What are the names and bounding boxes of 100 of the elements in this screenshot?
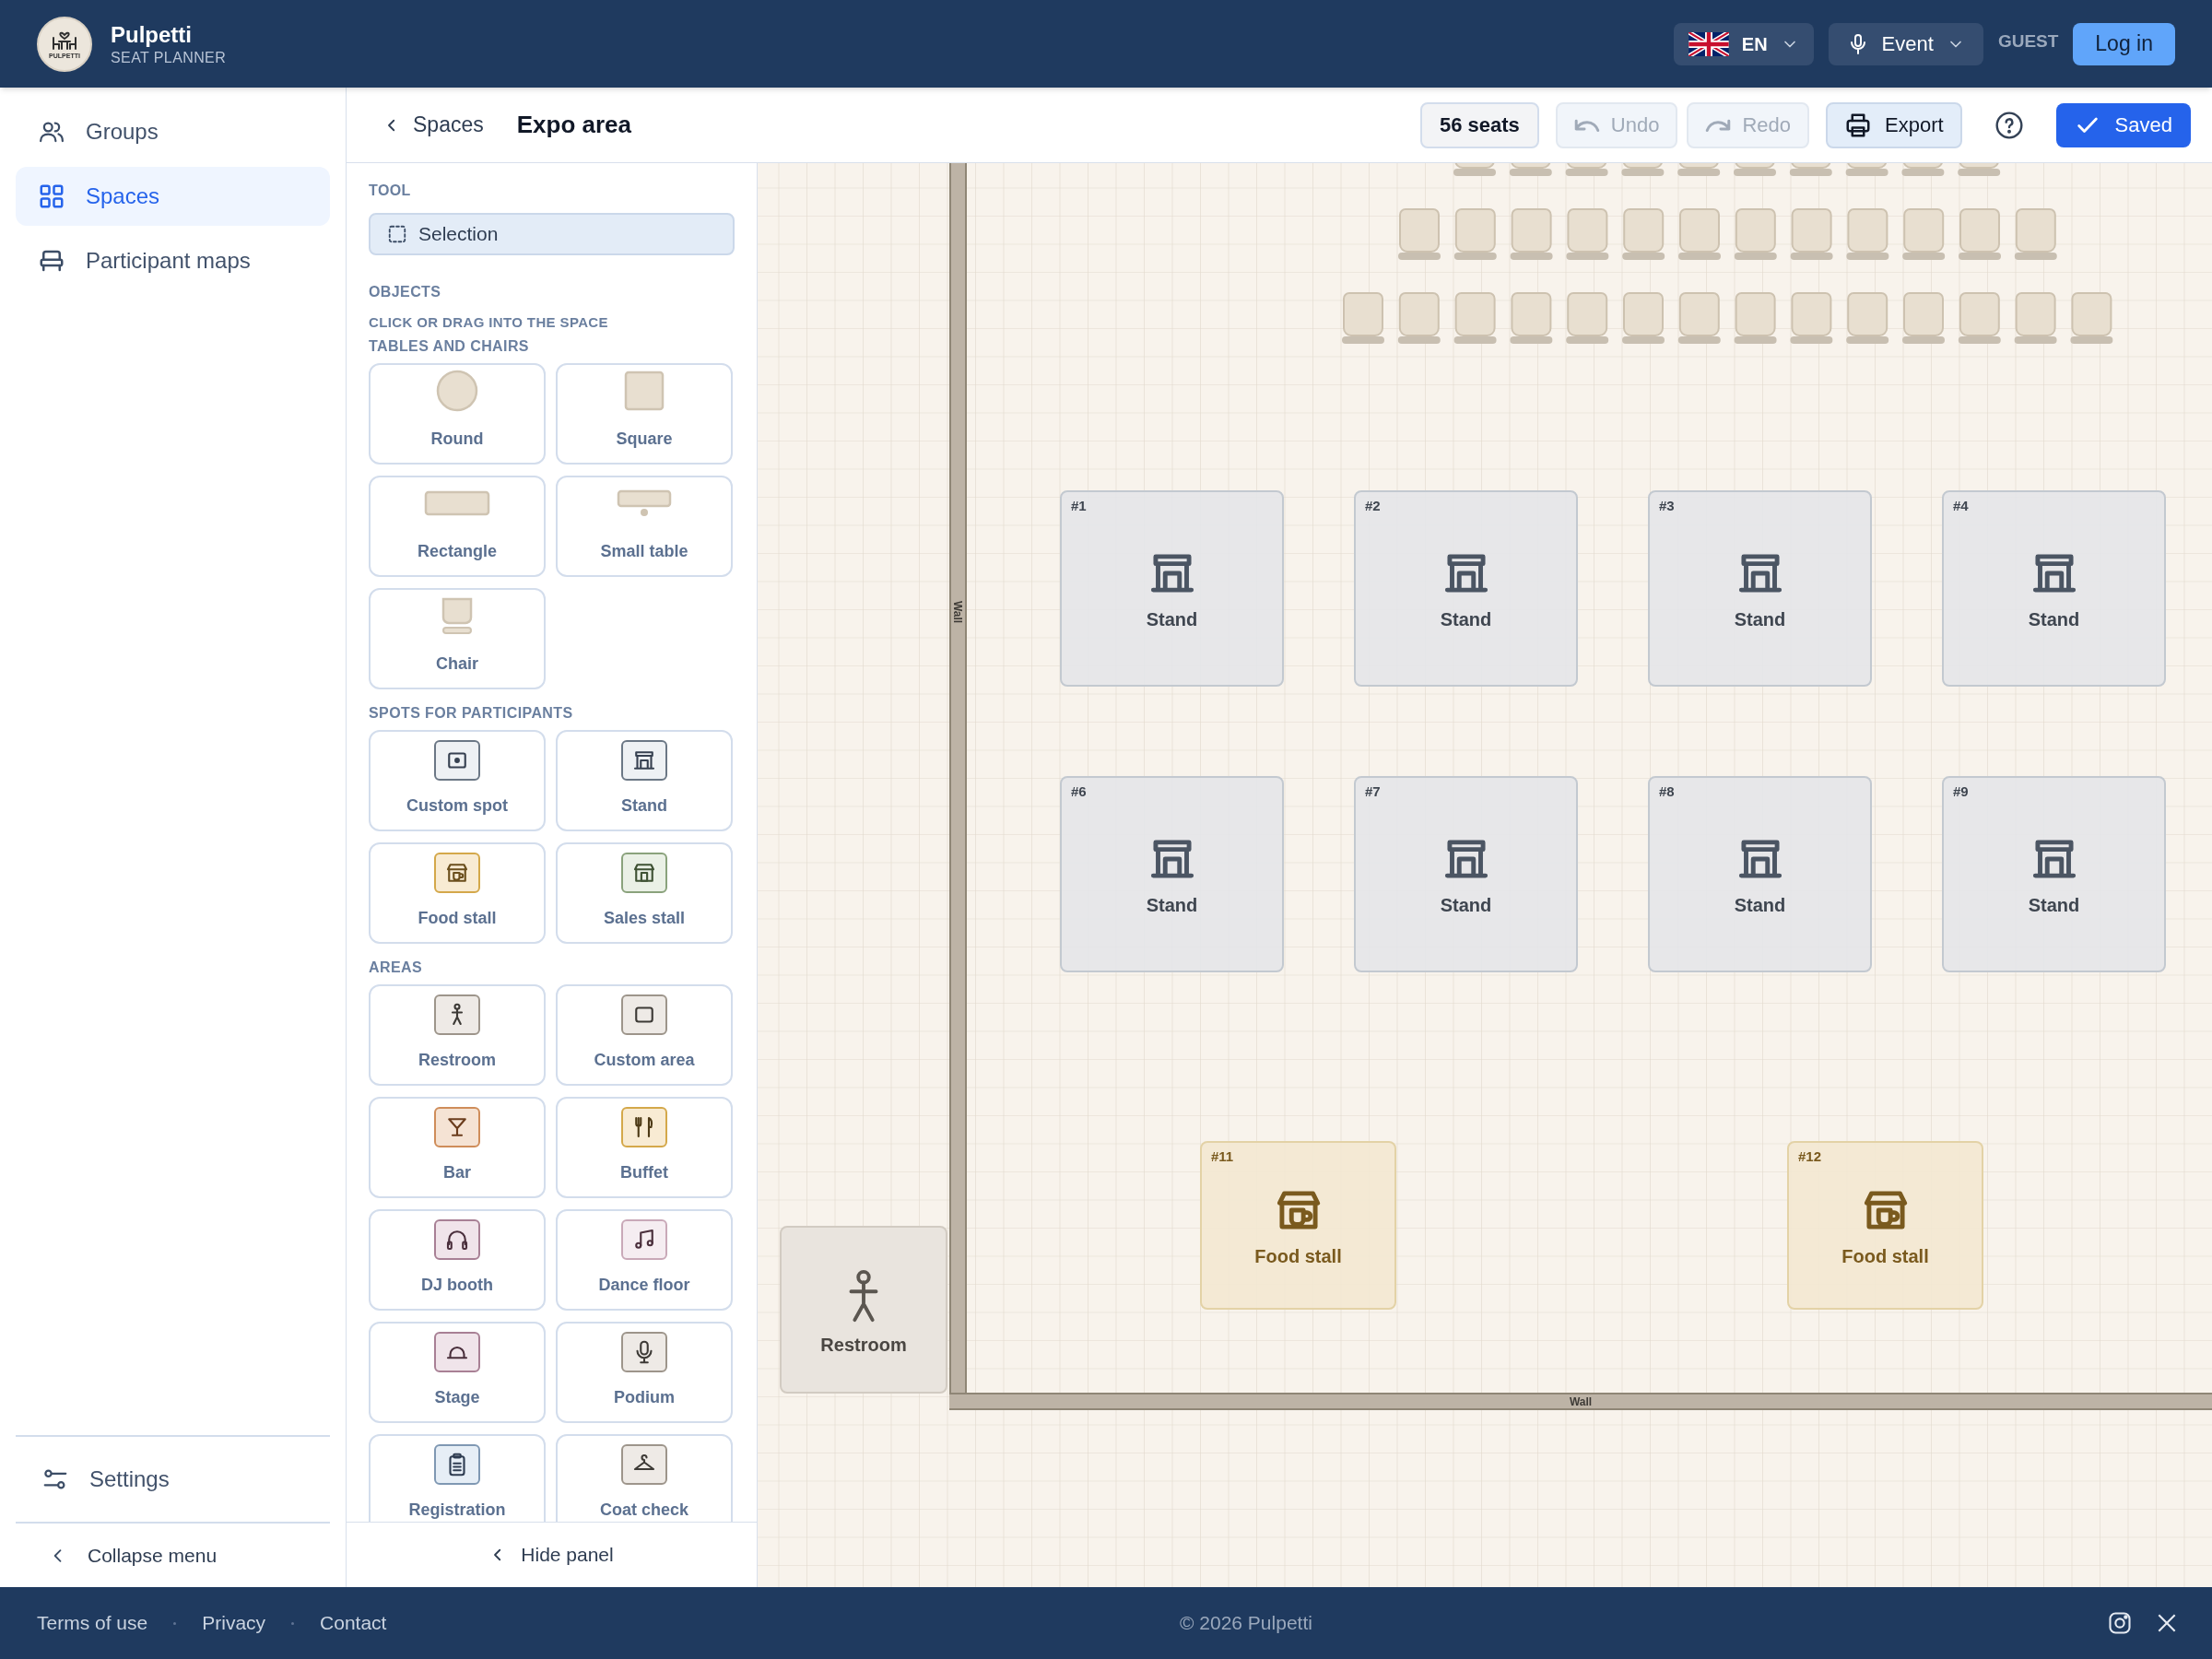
object-tile[interactable]: Custom area xyxy=(556,983,733,1086)
help-button[interactable] xyxy=(1993,109,2025,141)
object-tile[interactable]: Rectangle xyxy=(369,475,546,577)
chair-icon[interactable] xyxy=(1902,292,1945,344)
sidebar-item[interactable]: Participant maps xyxy=(16,231,330,290)
chair-icon[interactable] xyxy=(1734,163,1776,176)
chair-icon[interactable] xyxy=(1790,292,1833,344)
object-tile[interactable]: Chair xyxy=(369,587,546,689)
object-tile[interactable]: Sales stall xyxy=(556,841,733,944)
chair-icon[interactable] xyxy=(1846,292,1889,344)
section-heading: SPOTS FOR PARTICIPANTS xyxy=(369,703,574,723)
chair-icon[interactable] xyxy=(2014,292,2057,344)
spot-card[interactable]: #12 Food stall xyxy=(1787,1141,1983,1310)
object-tile[interactable]: Bar xyxy=(369,1096,546,1198)
spot-card[interactable]: #11 Food stall xyxy=(1200,1141,1396,1310)
chair-icon[interactable] xyxy=(1677,292,1721,344)
spot-card[interactable]: #9 Stand xyxy=(1942,776,2166,972)
chair-icon[interactable] xyxy=(1566,292,1609,344)
rectangle-icon xyxy=(424,490,490,516)
object-tile[interactable]: DJ booth xyxy=(369,1208,546,1311)
settings-link[interactable]: Settings xyxy=(16,1435,330,1522)
chair-icon[interactable] xyxy=(1509,163,1552,176)
microphone-icon xyxy=(621,1332,667,1372)
object-tile[interactable]: Podium xyxy=(556,1321,733,1423)
footer-link[interactable]: Terms of use xyxy=(37,1608,148,1638)
spot-label: Stand xyxy=(1146,893,1198,917)
object-tile[interactable]: Stage xyxy=(369,1321,546,1423)
chair-icon[interactable] xyxy=(1510,292,1553,344)
instagram-icon[interactable] xyxy=(2107,1610,2133,1636)
login-button[interactable]: Log in xyxy=(2073,22,2175,65)
chair-icon[interactable] xyxy=(1678,208,1721,260)
stand-icon xyxy=(621,740,667,781)
chair-icon[interactable] xyxy=(2070,292,2113,344)
chair-icon[interactable] xyxy=(1734,208,1777,260)
food-stall-icon xyxy=(434,853,480,893)
spot-card[interactable]: #7 Stand xyxy=(1354,776,1578,972)
chair-icon[interactable] xyxy=(1565,163,1608,176)
chair-icon[interactable] xyxy=(1510,208,1553,260)
chair-icon[interactable] xyxy=(1622,292,1665,344)
chair-icon[interactable] xyxy=(1789,163,1832,176)
spot-card[interactable]: #8 Stand xyxy=(1648,776,1872,972)
footer-link[interactable]: Privacy xyxy=(202,1608,266,1638)
footer-link[interactable]: Contact xyxy=(320,1608,387,1638)
chair-icon[interactable] xyxy=(1397,292,1441,344)
chair-icon[interactable] xyxy=(1453,163,1496,176)
area-card[interactable]: Restroom xyxy=(780,1226,947,1394)
chair-icon[interactable] xyxy=(1453,292,1497,344)
chair-icon[interactable] xyxy=(1453,208,1497,260)
event-dropdown[interactable]: Event xyxy=(1828,22,1983,65)
object-tile[interactable]: Round xyxy=(369,362,546,465)
spot-card[interactable]: #6 Stand xyxy=(1060,776,1284,972)
spot-label: Stand xyxy=(1734,893,1786,917)
grid-icon xyxy=(38,182,65,210)
chair-icon[interactable] xyxy=(1959,208,2001,260)
sidebar-item[interactable]: Groups xyxy=(16,102,330,161)
chair-icon[interactable] xyxy=(1958,292,2001,344)
chair-icon[interactable] xyxy=(1734,292,1777,344)
export-button[interactable]: Export xyxy=(1826,101,1962,148)
circle-icon xyxy=(435,369,479,413)
object-tile[interactable]: Small table xyxy=(556,475,733,577)
object-tile[interactable]: Coat check xyxy=(556,1433,733,1522)
spot-card[interactable]: #3 Stand xyxy=(1648,490,1872,687)
sidebar-item[interactable]: Spaces xyxy=(16,167,330,226)
wall[interactable]: Wall xyxy=(949,1393,2212,1410)
selection-tool-button[interactable]: Selection xyxy=(369,213,735,255)
object-tile[interactable]: Registration xyxy=(369,1433,546,1522)
chair-icon[interactable] xyxy=(1901,163,1945,176)
saved-button[interactable]: Saved xyxy=(2055,102,2191,147)
app-subtitle: SEAT PLANNER xyxy=(111,48,227,67)
wall[interactable]: Wall xyxy=(949,163,967,1393)
object-tile[interactable]: Restroom xyxy=(369,983,546,1086)
copyright-text: © 2026 Pulpetti xyxy=(1180,1611,1312,1636)
chair-icon[interactable] xyxy=(1566,208,1609,260)
hide-panel-button[interactable]: Hide panel xyxy=(489,1540,614,1570)
chair-icon[interactable] xyxy=(1790,208,1833,260)
object-tile[interactable]: Stand xyxy=(556,729,733,831)
spot-card[interactable]: #1 Stand xyxy=(1060,490,1284,687)
object-tile[interactable]: Custom spot xyxy=(369,729,546,831)
section-heading: TABLES AND CHAIRS xyxy=(369,336,530,356)
spot-label: Stand xyxy=(1146,607,1198,631)
object-tile[interactable]: Dance floor xyxy=(556,1208,733,1311)
spot-label: Food stall xyxy=(1841,1244,1929,1268)
chair-icon[interactable] xyxy=(1398,208,1441,260)
chair-icon[interactable] xyxy=(1342,292,1384,344)
breadcrumb-link[interactable]: Spaces xyxy=(383,109,484,141)
headphones-icon xyxy=(434,1219,480,1260)
object-tile[interactable]: Buffet xyxy=(556,1096,733,1198)
chair-icon[interactable] xyxy=(1677,163,1721,176)
chair-icon[interactable] xyxy=(2014,208,2057,260)
chair-icon[interactable] xyxy=(1958,163,2001,176)
chair-icon[interactable] xyxy=(1845,163,1888,176)
spot-card[interactable]: #4 Stand xyxy=(1942,490,2166,687)
chair-icon[interactable] xyxy=(1846,208,1889,260)
object-tile[interactable]: Food stall xyxy=(369,841,546,944)
object-tile[interactable]: Square xyxy=(556,362,733,465)
chair-icon[interactable] xyxy=(1902,208,1946,260)
language-dropdown[interactable]: EN xyxy=(1673,22,1814,65)
chair-icon[interactable] xyxy=(1621,163,1665,176)
spot-card[interactable]: #2 Stand xyxy=(1354,490,1578,687)
chair-icon[interactable] xyxy=(1622,208,1665,260)
